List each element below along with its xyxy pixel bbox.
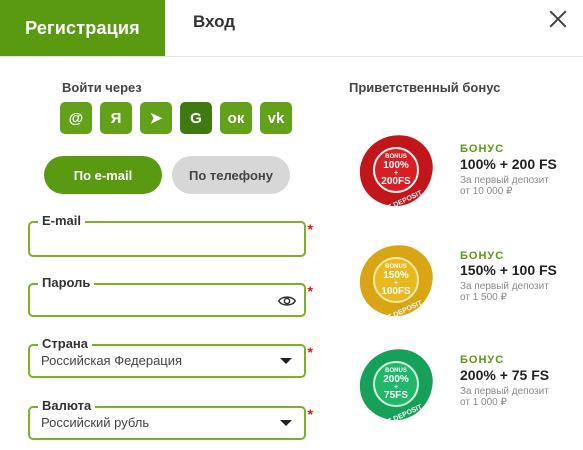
tabs-divider: [0, 56, 583, 57]
country-label: Страна: [38, 336, 93, 351]
bonus-min-deposit: от 1 000 ₽: [460, 397, 507, 408]
required-mark: *: [307, 221, 313, 237]
bonus-condition: За первый депозит: [460, 281, 549, 292]
odnoklassniki-icon[interactable]: ок: [220, 102, 252, 134]
required-mark: *: [307, 406, 313, 422]
email-field[interactable]: E-mail *: [28, 213, 313, 257]
bonus-condition: За первый депозит: [460, 175, 549, 186]
bonus-min-deposit: от 10 000 ₽: [460, 186, 513, 197]
google-icon[interactable]: G: [180, 102, 212, 134]
badge-text: 100FS: [381, 286, 411, 297]
bonus-head: БОНУС: [460, 250, 505, 262]
password-field[interactable]: Пароль *: [28, 275, 313, 317]
bonus-min-deposit: от 1 500 ₽: [460, 292, 507, 303]
bonus-title: Приветственный бонус: [349, 80, 501, 95]
badge-text: 200FS: [381, 176, 411, 187]
bonus-amount: 200% + 75 FS: [460, 367, 550, 383]
currency-select[interactable]: Валюта Российский рубль *: [28, 398, 313, 440]
phone-method-button[interactable]: По телефону: [172, 156, 290, 194]
eye-icon[interactable]: [278, 292, 296, 310]
bonus-amount: 100% + 200 FS: [460, 156, 557, 172]
tab-register[interactable]: Регистрация: [0, 0, 165, 57]
yandex-icon[interactable]: Я: [100, 102, 132, 134]
bonus-badge-gold: BONUS 150% + 100FS FIRST DEPOSIT: [359, 245, 433, 326]
bonus-condition: За первый депозит: [460, 386, 549, 397]
chevron-down-icon: [280, 358, 292, 364]
email-method-button[interactable]: По e-mail: [44, 156, 162, 194]
bonus-badge-green: BONUS 200% + 75FS FIRST DEPOSIT: [359, 349, 433, 430]
chevron-down-icon: [280, 420, 292, 426]
social-login-title: Войти через: [62, 80, 142, 95]
telegram-icon[interactable]: ➤: [140, 102, 172, 134]
vk-icon[interactable]: vk: [260, 102, 292, 134]
currency-label: Валюта: [38, 398, 96, 413]
tab-login[interactable]: Вход: [193, 0, 235, 44]
at-icon[interactable]: @: [60, 102, 92, 134]
bonus-amount: 150% + 100 FS: [460, 262, 557, 278]
required-mark: *: [307, 344, 313, 360]
bonus-badge-red: BONUS 100% + 200FS FIRST DEPOSIT: [359, 135, 433, 216]
country-select[interactable]: Страна Российская Федерация *: [28, 336, 313, 378]
email-label: E-mail: [38, 213, 86, 228]
password-label: Пароль: [38, 275, 95, 290]
country-value: Российская Федерация: [41, 353, 183, 368]
bonus-head: БОНУС: [460, 354, 505, 366]
currency-value: Российский рубль: [41, 415, 150, 430]
social-buttons: @ Я ➤ G ок vk: [60, 102, 292, 134]
close-icon[interactable]: [547, 8, 569, 30]
required-mark: *: [307, 283, 313, 299]
badge-text: 75FS: [384, 390, 408, 401]
bonus-head: БОНУС: [460, 143, 505, 155]
